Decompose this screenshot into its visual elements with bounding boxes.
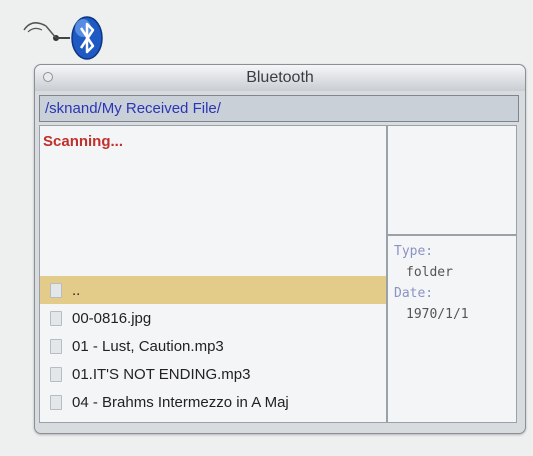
file-name: 00-0816.jpg (72, 309, 152, 327)
file-info-pane: Type: folder Date: 1970/1/1 (387, 235, 517, 423)
date-label: Date: (394, 286, 434, 301)
title-bar[interactable]: Bluetooth (35, 65, 525, 91)
current-path: /sknand/My Received File/ (45, 100, 221, 117)
date-value: 1970/1/1 (406, 307, 469, 322)
type-value: folder (406, 265, 453, 280)
file-name: 04 - Brahms Intermezzo in A Maj (72, 393, 289, 411)
file-icon (50, 310, 62, 326)
preview-pane (387, 125, 517, 235)
type-label: Type: (394, 244, 434, 259)
scanning-status: Scanning... (43, 133, 124, 150)
file-row[interactable]: 00-0816.jpg (40, 304, 386, 332)
file-row[interactable]: 01.IT'S NOT ENDING.mp3 (40, 360, 386, 388)
file-icon (50, 394, 62, 410)
file-icon (50, 338, 62, 354)
window-title: Bluetooth (246, 69, 314, 86)
file-icon (50, 366, 62, 382)
file-name: 01.IT'S NOT ENDING.mp3 (72, 365, 251, 383)
file-list: .. 00-0816.jpg 01 - Lust, Caution.mp3 01… (40, 276, 386, 416)
bluetooth-icon (23, 16, 103, 60)
file-name: 01 - Lust, Caution.mp3 (72, 337, 224, 355)
file-row[interactable]: 04 - Brahms Intermezzo in A Maj (40, 388, 386, 416)
file-row[interactable]: 01 - Lust, Caution.mp3 (40, 332, 386, 360)
file-icon (50, 282, 62, 298)
bluetooth-window: Bluetooth /sknand/My Received File/ Scan… (34, 64, 526, 434)
file-row-parent[interactable]: .. (40, 276, 386, 304)
file-list-pane: Scanning... .. 00-0816.jpg 01 - Lust, Ca… (39, 125, 387, 423)
path-bar: /sknand/My Received File/ (39, 95, 519, 122)
file-name: .. (72, 281, 81, 299)
bluetooth-app-icon[interactable] (22, 8, 112, 66)
